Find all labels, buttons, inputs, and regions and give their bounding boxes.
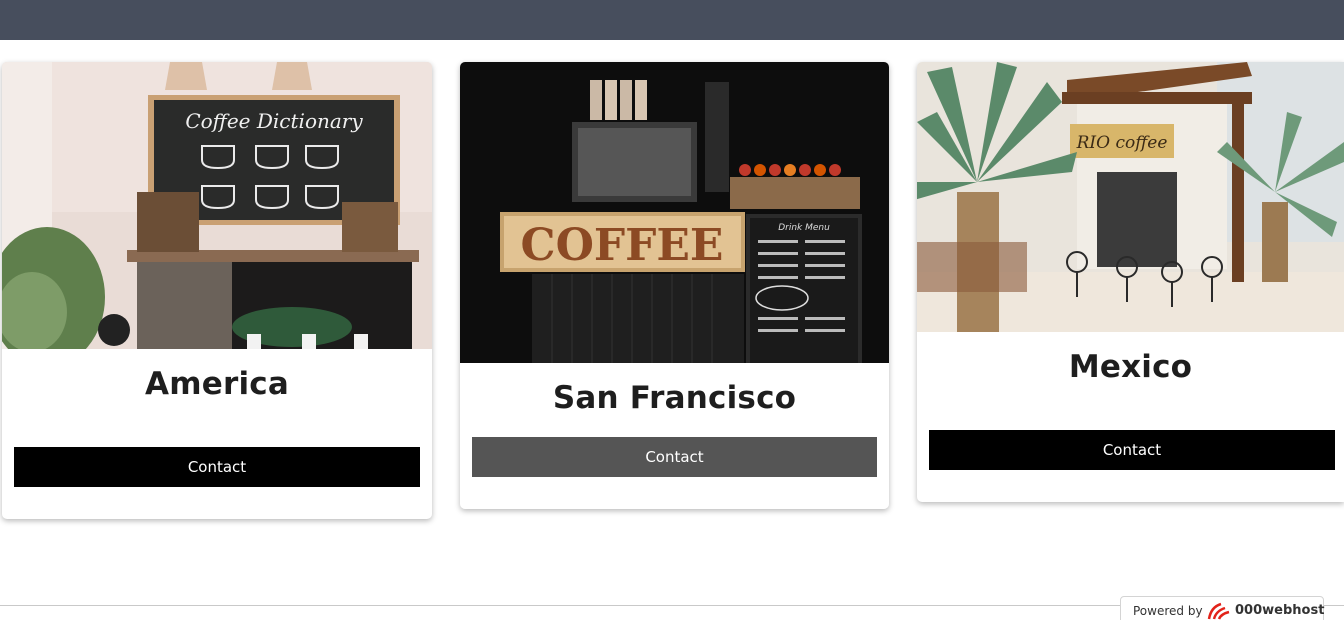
card-title-mexico: Mexico — [1068, 349, 1193, 385]
top-navbar — [0, 0, 1344, 40]
powered-by-text: Powered by — [1133, 604, 1203, 618]
webhost-brand-text: 000webhost — [1235, 603, 1325, 618]
location-card-mexico: RIO coffee Mexico Contact — [917, 62, 1344, 502]
contact-button-mexico[interactable]: Contact — [929, 430, 1335, 470]
contact-button-san-francisco[interactable]: Contact — [472, 437, 877, 477]
rio-coffee-sign-text: RIO coffee — [1076, 133, 1168, 153]
card-title-san-francisco: San Francisco — [552, 380, 797, 416]
location-card-america: Coffee Dictionary America Contact — [2, 62, 432, 519]
menu-board-title: Drink Menu — [778, 223, 830, 233]
coffee-sign-text: COFFEE — [521, 220, 724, 271]
america-card-image: Coffee Dictionary — [2, 62, 432, 349]
card-title-america: America — [145, 366, 289, 402]
chalkboard-title-text: Coffee Dictionary — [185, 109, 363, 133]
contact-button-america[interactable]: Contact — [14, 447, 420, 487]
powered-by-badge[interactable]: Powered by 000webhost — [1120, 596, 1324, 620]
mexico-card-image: RIO coffee — [917, 62, 1344, 332]
webhost-logo-icon — [1207, 601, 1231, 620]
location-card-san-francisco: COFFEE Drink Menu San Francisco Contact — [460, 62, 889, 509]
san-francisco-card-image: COFFEE Drink Menu — [460, 62, 889, 363]
